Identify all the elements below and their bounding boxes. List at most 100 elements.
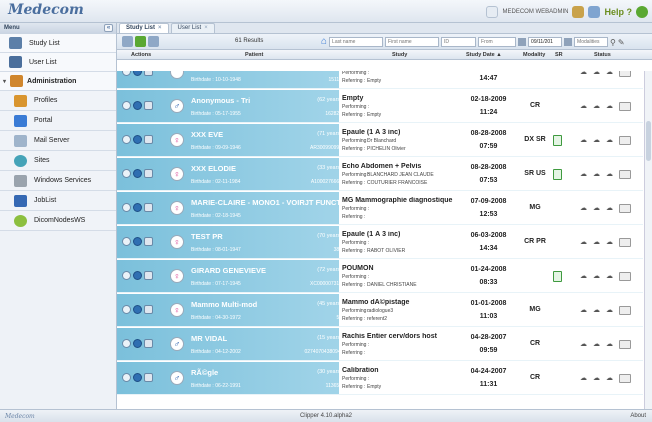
close-icon[interactable]: × (204, 25, 208, 31)
viewer-icon[interactable] (144, 305, 153, 314)
open-icon[interactable] (122, 203, 131, 212)
sidebar-item-sites[interactable]: Sites (0, 151, 116, 171)
sidebar-item-portal[interactable]: Portal (0, 111, 116, 131)
table-row[interactable]: ♀ Mammo Multi-mod (45 years) Birthdate : 04… (117, 294, 643, 327)
sidebar-item-mail-server[interactable]: Mail Server (0, 131, 116, 151)
open-icon[interactable] (122, 101, 131, 110)
sidebar-item-profiles[interactable]: Profiles (0, 91, 116, 111)
viewer-icon[interactable] (144, 101, 153, 110)
patient-name[interactable]: TEST PR (191, 232, 223, 241)
col-modality[interactable]: Modality (523, 52, 545, 58)
from-date-input[interactable] (478, 37, 517, 47)
viewer-icon[interactable] (144, 169, 153, 178)
tab-study-list[interactable]: Study List × (119, 23, 169, 33)
to-date-input[interactable] (528, 37, 563, 47)
patient-name[interactable]: XXX ELODIE (191, 164, 236, 173)
expand-arrow-icon[interactable]: ▾ (3, 78, 6, 85)
download-icon[interactable] (133, 373, 142, 382)
viewer-icon[interactable] (144, 203, 153, 212)
study-cell[interactable]: Calibration Performing : Referring : Empty (339, 362, 457, 394)
download-icon[interactable] (133, 169, 142, 178)
viewer-icon[interactable] (144, 373, 153, 382)
download-icon[interactable] (133, 101, 142, 110)
table-row[interactable]: ♀ XXX ELODIE (33 years) Birthdate : 02-11-1… (117, 158, 643, 191)
download-icon[interactable] (133, 339, 142, 348)
sidebar-collapse-button[interactable]: « (104, 24, 113, 32)
logout-icon[interactable] (636, 5, 648, 18)
sr-report-icon[interactable] (553, 135, 562, 146)
patient-name[interactable]: GIRARD GENEVIEVE (191, 266, 266, 275)
calendar-icon[interactable] (564, 38, 573, 46)
close-icon[interactable]: × (158, 25, 162, 31)
open-icon[interactable] (122, 373, 131, 382)
open-icon[interactable] (122, 339, 131, 348)
sidebar-item-windows-services[interactable]: Windows Services (0, 171, 116, 191)
table-row[interactable]: ♂ MR VIDAL (15 years) Birthdate : 04-12-200… (117, 328, 643, 361)
sidebar-item-study-list[interactable]: Study List (0, 34, 116, 53)
modalities-select[interactable] (574, 37, 609, 47)
list-view-button[interactable] (148, 36, 159, 47)
home-icon[interactable]: ⌂ (321, 37, 327, 47)
sr-report-icon[interactable] (553, 271, 562, 282)
open-icon[interactable] (122, 135, 131, 144)
patient-name[interactable]: Anonymous - Tri (191, 96, 250, 105)
patient-name[interactable]: XXX EVE (191, 130, 223, 139)
download-icon[interactable] (133, 71, 142, 76)
viewer-icon[interactable] (144, 135, 153, 144)
download-icon[interactable] (133, 203, 142, 212)
open-icon[interactable] (122, 71, 131, 76)
viewer-icon[interactable] (144, 71, 153, 76)
sidebar-item-dicomnodesws[interactable]: DicomNodesWS (0, 211, 116, 231)
open-icon[interactable] (122, 169, 131, 178)
sidebar-item-user-list[interactable]: User List (0, 53, 116, 72)
patient-name[interactable]: MARIE-CLAIRE - MONO1 - VOIRJT FUNCTION (… (191, 198, 341, 207)
users-icon[interactable] (572, 5, 585, 18)
study-cell[interactable]: POUMON Performing : Referring : DANIEL CHRI… (339, 260, 457, 292)
scrollbar-thumb[interactable] (646, 121, 651, 161)
col-sr[interactable]: SR (555, 52, 563, 58)
help-link[interactable]: Help ? (604, 7, 632, 17)
clear-filter-icon[interactable]: ✎ (618, 38, 625, 47)
id-input[interactable] (441, 37, 477, 47)
col-patient[interactable]: Patient (245, 52, 263, 58)
study-cell[interactable]: Mammo dÃ©pistage Performing : radiologue3 R… (339, 294, 457, 326)
study-cell[interactable]: Performing : Referring : Empty (339, 71, 457, 88)
back-button[interactable] (122, 36, 133, 47)
search-icon[interactable]: ⚲ (610, 38, 616, 47)
table-row[interactable]: ♀ MARIE-CLAIRE - MONO1 - VOIRJT FUNCTION … (117, 192, 643, 225)
table-row[interactable]: ♂ RÃ©gle (30 years) Birthdate : 06-22-1991 1… (117, 362, 643, 395)
last-name-input[interactable] (329, 37, 384, 47)
sidebar-group-administration[interactable]: ▾ Administration (0, 72, 116, 91)
scrollbar[interactable] (644, 71, 652, 409)
table-row[interactable]: ♀ TEST PR (70 years) Birthdate : 08-01-1947… (117, 226, 643, 259)
study-cell[interactable]: MG Mammographie diagnostique Performing :… (339, 192, 457, 224)
col-study[interactable]: Study (392, 52, 407, 58)
study-cell[interactable]: Rachis Entier cerv/dors host Performing :… (339, 328, 457, 360)
download-icon[interactable] (133, 237, 142, 246)
open-icon[interactable] (122, 237, 131, 246)
about-link[interactable]: About (630, 413, 646, 419)
col-study-date[interactable]: Study Date ▲ (466, 52, 502, 58)
sidebar-item-joblist[interactable]: JobList (0, 191, 116, 211)
viewer-icon[interactable] (144, 339, 153, 348)
patient-name[interactable]: RÃ©gle (191, 368, 218, 377)
open-icon[interactable] (122, 271, 131, 280)
share-button[interactable] (135, 36, 146, 47)
table-row[interactable]: ♀ XXX EVE (71 years) Birthdate : 09-09-1946… (117, 124, 643, 157)
patient-name[interactable]: MR VIDAL (191, 334, 227, 343)
user-name[interactable]: MEDECOM WEBADMIN (502, 9, 568, 15)
study-cell[interactable]: Empty Performing : Referring : Empty (339, 90, 457, 122)
col-actions[interactable]: Actions (131, 52, 151, 58)
patient-name[interactable]: Mammo Multi-mod (191, 300, 257, 309)
tab-user-list[interactable]: User List × (170, 23, 215, 33)
viewer-icon[interactable] (144, 237, 153, 246)
download-icon[interactable] (133, 135, 142, 144)
open-icon[interactable] (122, 305, 131, 314)
viewer-icon[interactable] (144, 271, 153, 280)
download-icon[interactable] (133, 271, 142, 280)
calendar-icon[interactable] (518, 38, 527, 46)
download-icon[interactable] (133, 305, 142, 314)
study-cell[interactable]: Echo Abdomen + Pelvis Performing : BLANCHA… (339, 158, 457, 190)
users-settings-icon[interactable] (588, 5, 601, 18)
sr-report-icon[interactable] (553, 169, 562, 180)
